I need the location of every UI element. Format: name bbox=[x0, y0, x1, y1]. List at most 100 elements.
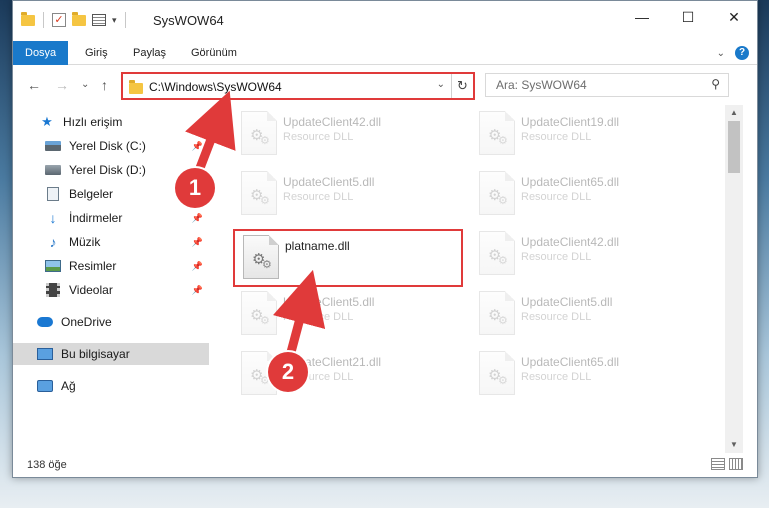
file-item[interactable]: ⚙ ⚙ UpdateClient5.dll Resource DLL bbox=[471, 287, 701, 339]
file-list: ⚙ ⚙ UpdateClient42.dll Resource DLL ⚙ ⚙ Up… bbox=[209, 105, 725, 453]
sidebar-item-downloads[interactable]: ↓ İndirmeler 📌 bbox=[13, 207, 209, 229]
maximize-button[interactable]: ☐ bbox=[665, 1, 711, 33]
sidebar-item-label: Müzik bbox=[69, 235, 101, 249]
sidebar-item-label: OneDrive bbox=[61, 315, 112, 329]
dll-file-icon: ⚙ ⚙ bbox=[479, 351, 515, 395]
dll-file-icon: ⚙ ⚙ bbox=[479, 291, 515, 335]
file-item[interactable]: ⚙ ⚙ UpdateClient42.dll Resource DLL bbox=[233, 107, 463, 159]
quick-access-toolbar: ✓ ▾ bbox=[21, 11, 128, 28]
dll-file-icon: ⚙ ⚙ bbox=[479, 171, 515, 215]
file-item[interactable]: ⚙ ⚙ UpdateClient42.dll Resource DLL bbox=[471, 227, 701, 279]
sidebar-item-pictures[interactable]: Resimler 📌 bbox=[13, 255, 209, 277]
this-pc-icon bbox=[37, 347, 53, 361]
music-icon: ♪ bbox=[49, 234, 57, 250]
sidebar-item-label: Videolar bbox=[69, 283, 113, 297]
navigation-pane: ★ Hızlı erişim Yerel Disk (C:) 📌 Yerel D… bbox=[13, 105, 209, 453]
documents-icon bbox=[45, 187, 61, 201]
sidebar-item-label: Yerel Disk (D:) bbox=[69, 163, 146, 177]
help-icon[interactable]: ? bbox=[735, 46, 749, 60]
sidebar-item-local-disk-c[interactable]: Yerel Disk (C:) 📌 bbox=[13, 135, 209, 157]
folder-icon bbox=[129, 80, 143, 94]
tab-dosya[interactable]: Dosya bbox=[13, 41, 69, 65]
vertical-scrollbar[interactable]: ▲ ▼ bbox=[725, 105, 743, 453]
dll-file-icon: ⚙ ⚙ bbox=[243, 235, 279, 279]
scroll-down-arrow-icon[interactable]: ▼ bbox=[725, 437, 743, 453]
sidebar-item-label: Belgeler bbox=[69, 187, 114, 201]
scroll-up-arrow-icon[interactable]: ▲ bbox=[725, 105, 743, 121]
star-icon: ★ bbox=[41, 114, 53, 129]
file-item-platname[interactable]: ⚙ ⚙ platname.dll bbox=[233, 229, 463, 287]
drive-d-icon bbox=[45, 163, 61, 177]
file-name: UpdateClient65.dll bbox=[521, 175, 620, 189]
file-item[interactable]: ⚙ ⚙ UpdateClient5.dll Resource DLL bbox=[233, 167, 463, 219]
forward-arrow-icon[interactable]: → bbox=[55, 77, 69, 93]
file-name: platname.dll bbox=[285, 239, 350, 253]
file-name: UpdateClient19.dll bbox=[521, 115, 620, 129]
search-input[interactable]: Ara: SysWOW64 ⚲ bbox=[485, 73, 729, 97]
sidebar-item-videos[interactable]: Videolar 📌 bbox=[13, 279, 209, 301]
sidebar-item-label: Ağ bbox=[61, 379, 76, 393]
sidebar-item-quick-access[interactable]: ★ Hızlı erişim bbox=[13, 111, 209, 133]
pin-icon[interactable]: 📌 bbox=[192, 261, 203, 272]
sidebar-item-label: İndirmeler bbox=[69, 211, 123, 225]
sidebar-item-label: Bu bilgisayar bbox=[61, 347, 130, 361]
tab-paylas[interactable]: Paylaş bbox=[121, 41, 178, 65]
sidebar-item-onedrive[interactable]: OneDrive bbox=[13, 311, 209, 333]
search-icon[interactable]: ⚲ bbox=[711, 77, 720, 91]
details-view-icon[interactable] bbox=[711, 458, 725, 470]
sidebar-item-this-pc[interactable]: Bu bilgisayar bbox=[13, 343, 209, 365]
back-arrow-icon[interactable]: ← bbox=[27, 77, 41, 93]
navigation-bar: ← → ⌄ ↑ C:\Windows\SysWOW64 ⌄ ↻ Ara: Sys… bbox=[13, 65, 757, 105]
dll-file-icon: ⚙ ⚙ bbox=[479, 231, 515, 275]
properties-icon[interactable] bbox=[92, 14, 106, 26]
file-type: Resource DLL bbox=[521, 371, 592, 383]
pin-icon[interactable]: 📌 bbox=[192, 213, 203, 224]
recent-locations-chevron-icon[interactable]: ⌄ bbox=[81, 79, 89, 90]
file-item[interactable]: ⚙ ⚙ UpdateClient65.dll Resource DLL bbox=[471, 167, 701, 219]
file-item[interactable]: ⚙ ⚙ UpdateClient65.dll Resource DLL bbox=[471, 347, 701, 399]
file-type: Resource DLL bbox=[521, 311, 592, 323]
up-arrow-icon[interactable]: ↑ bbox=[101, 77, 108, 93]
window-controls: — ☐ ✕ bbox=[619, 1, 757, 33]
file-name: UpdateClient5.dll bbox=[283, 175, 375, 189]
minimize-button[interactable]: — bbox=[619, 1, 665, 33]
scrollbar-thumb[interactable] bbox=[728, 121, 740, 173]
pin-icon[interactable]: 📌 bbox=[192, 237, 203, 248]
dll-file-icon: ⚙ ⚙ bbox=[479, 111, 515, 155]
drive-c-icon bbox=[45, 139, 61, 153]
file-item[interactable]: ⚙ ⚙ UpdateClient5.dll Resource DLL bbox=[233, 287, 463, 339]
sidebar-item-label: Resimler bbox=[69, 259, 117, 273]
window-title: SysWOW64 bbox=[153, 13, 224, 28]
pin-icon[interactable]: 📌 bbox=[192, 141, 203, 152]
close-button[interactable]: ✕ bbox=[711, 1, 757, 33]
folder-icon[interactable] bbox=[21, 11, 35, 26]
file-item[interactable]: ⚙ ⚙ UpdateClient19.dll Resource DLL bbox=[471, 107, 701, 159]
address-bar[interactable]: C:\Windows\SysWOW64 ⌄ ↻ bbox=[121, 72, 475, 100]
toolbar-divider bbox=[124, 12, 126, 28]
step-2-marker: 2 bbox=[268, 352, 308, 392]
dll-file-icon: ⚙ ⚙ bbox=[241, 171, 277, 215]
dll-file-icon: ⚙ ⚙ bbox=[241, 111, 277, 155]
file-name: UpdateClient42.dll bbox=[283, 115, 382, 129]
file-name: UpdateClient42.dll bbox=[521, 235, 620, 249]
step-1-marker: 1 bbox=[175, 168, 215, 208]
address-dropdown-chevron-icon[interactable]: ⌄ bbox=[437, 79, 445, 90]
customize-toolbar-chevron-icon[interactable]: ▾ bbox=[112, 15, 117, 26]
pin-icon[interactable]: 📌 bbox=[192, 285, 203, 296]
refresh-icon[interactable]: ↻ bbox=[451, 74, 473, 98]
item-count: 138 öğe bbox=[27, 459, 67, 471]
large-icons-view-icon[interactable] bbox=[729, 458, 743, 470]
new-folder-icon[interactable] bbox=[72, 11, 86, 26]
tab-gorunum[interactable]: Görünüm bbox=[179, 41, 249, 65]
tab-giris[interactable]: Giriş bbox=[73, 41, 120, 65]
properties-check-icon[interactable]: ✓ bbox=[52, 13, 66, 27]
sidebar-item-label: Yerel Disk (C:) bbox=[69, 139, 146, 153]
sidebar-item-label: Hızlı erişim bbox=[63, 115, 123, 129]
file-type: Resource DLL bbox=[521, 191, 592, 203]
pictures-icon bbox=[45, 259, 61, 273]
expand-ribbon-chevron-icon[interactable]: ⌄ bbox=[717, 48, 725, 59]
ribbon-tabs: Dosya Giriş Paylaş Görünüm ⌄ ? bbox=[13, 41, 757, 65]
sidebar-item-network[interactable]: Ağ bbox=[13, 375, 209, 397]
sidebar-item-music[interactable]: ♪ Müzik 📌 bbox=[13, 231, 209, 253]
address-path[interactable]: C:\Windows\SysWOW64 bbox=[149, 80, 282, 94]
